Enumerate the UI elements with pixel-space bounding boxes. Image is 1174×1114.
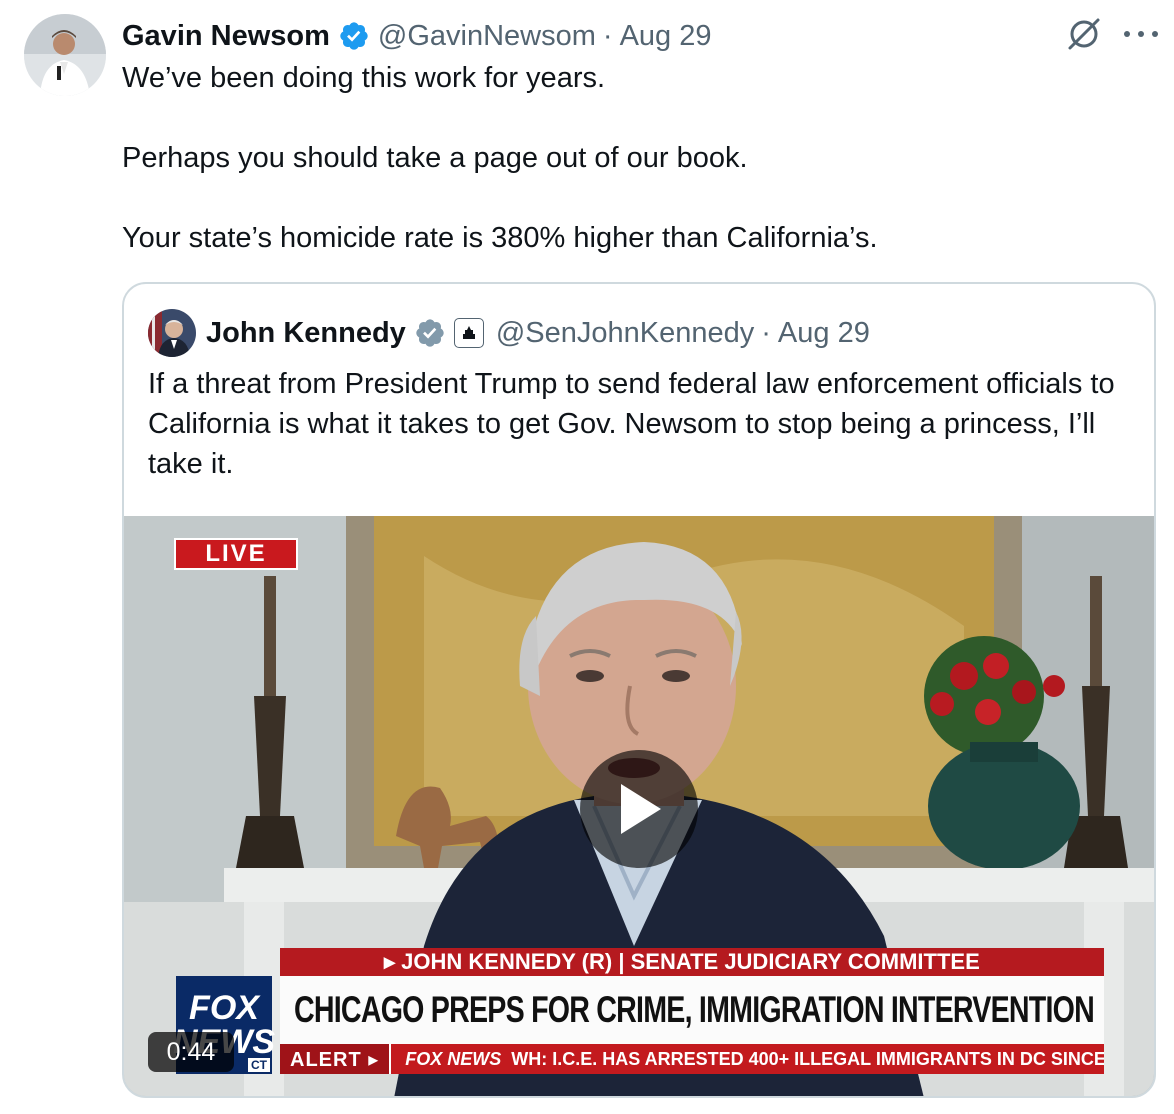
play-button[interactable] bbox=[580, 750, 698, 868]
tweet-line: Your state’s homicide rate is 380% highe… bbox=[122, 222, 878, 254]
quoted-author-handle[interactable]: @SenJohnKennedy bbox=[496, 317, 754, 350]
grok-icon[interactable] bbox=[1066, 16, 1102, 52]
verified-badge-icon[interactable] bbox=[338, 20, 370, 52]
government-label-icon[interactable] bbox=[453, 318, 484, 348]
author-handle[interactable]: @GavinNewsom bbox=[378, 20, 596, 53]
quoted-tweet[interactable]: John Kennedy @SenJohnKennedy · Aug 29 If… bbox=[122, 282, 1156, 1098]
tweet-line: Perhaps you should take a page out of ou… bbox=[122, 142, 748, 174]
chyron-ticker: ALERT ▸ FOX NEWS WH: I.C.E. HAS ARRESTED… bbox=[280, 1044, 1104, 1074]
play-icon bbox=[621, 784, 661, 834]
live-badge: LIVE bbox=[174, 538, 298, 570]
more-options-icon[interactable] bbox=[1124, 29, 1158, 39]
video-duration: 0:44 bbox=[148, 1032, 234, 1072]
separator-dot: · bbox=[602, 19, 613, 52]
logo-timezone: CT bbox=[248, 1058, 270, 1072]
chyron-top: ▸ JOHN KENNEDY (R) | SENATE JUDICIARY CO… bbox=[280, 948, 1104, 976]
tweet-actions-top bbox=[1066, 16, 1158, 52]
tweet-text: We’ve been doing this work for years. Pe… bbox=[122, 58, 1142, 258]
avatar-image bbox=[24, 14, 106, 96]
alert-label: ALERT ▸ bbox=[280, 1044, 392, 1074]
chyron-headline: CHICAGO PREPS FOR CRIME, IMMIGRATION INT… bbox=[280, 976, 1104, 1044]
tweet-date[interactable]: Aug 29 bbox=[620, 20, 712, 53]
quoted-avatar-image bbox=[148, 309, 196, 357]
tweet-line: We’ve been doing this work for years. bbox=[122, 62, 606, 94]
ticker-text: WH: I.C.E. HAS ARRESTED 400+ ILLEGAL IMM… bbox=[511, 1048, 1104, 1069]
quoted-author-name[interactable]: John Kennedy bbox=[206, 317, 406, 350]
logo-line-1: FOX bbox=[189, 989, 259, 1027]
quoted-tweet-text: If a threat from President Trump to send… bbox=[148, 368, 1115, 480]
tweet-header: Gavin Newsom @GavinNewsom · Aug 29 bbox=[122, 16, 712, 56]
quoted-author-avatar[interactable] bbox=[148, 309, 196, 357]
verified-badge-icon[interactable] bbox=[414, 317, 446, 349]
ticker-brand: FOX NEWS bbox=[405, 1048, 502, 1069]
video-player[interactable]: LIVE FOX NEWS CT ▸ JOHN KENNEDY (R) | SE… bbox=[124, 516, 1154, 1096]
capitol-icon bbox=[462, 326, 475, 339]
quoted-tweet-header: John Kennedy @SenJohnKennedy · Aug 29 bbox=[148, 308, 870, 358]
author-name[interactable]: Gavin Newsom bbox=[122, 20, 330, 53]
quoted-tweet-date[interactable]: Aug 29 bbox=[778, 317, 870, 350]
separator-dot: · bbox=[761, 316, 771, 349]
author-avatar[interactable] bbox=[24, 14, 106, 96]
